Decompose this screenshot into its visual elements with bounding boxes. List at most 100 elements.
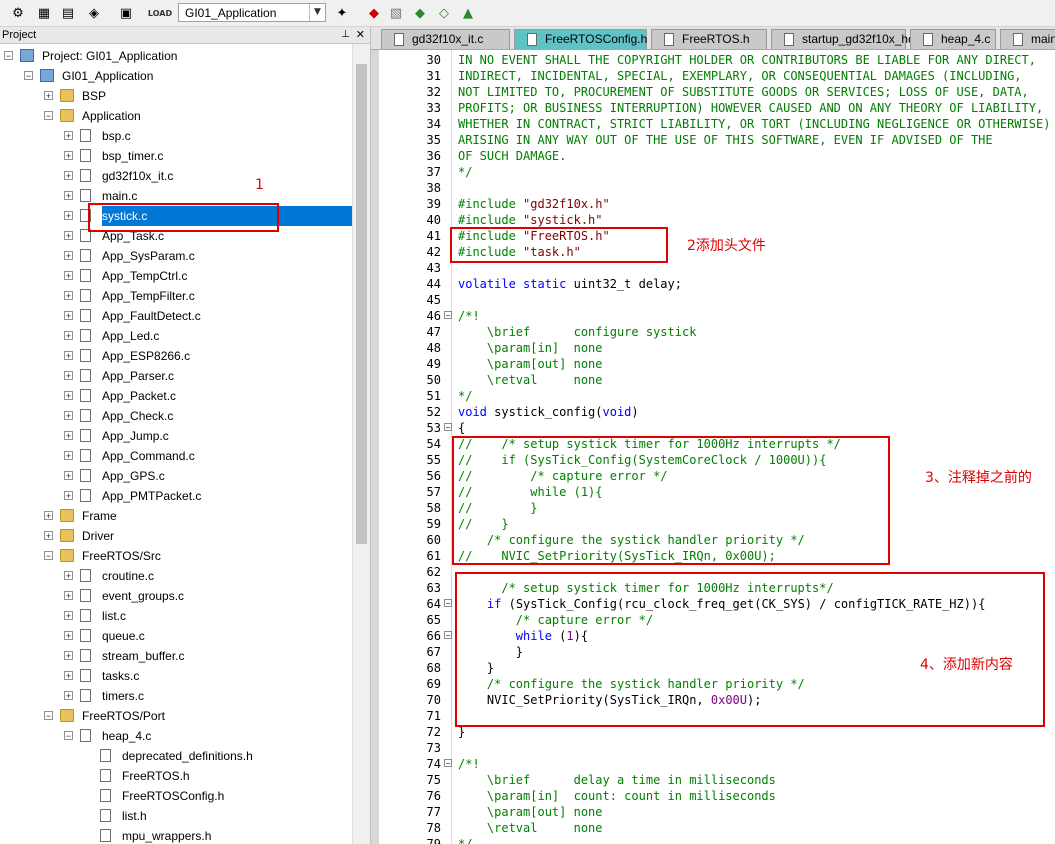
wand-icon[interactable]: ✦ [332, 3, 352, 23]
fold-toggle-icon[interactable]: − [444, 599, 452, 608]
expand-icon[interactable]: + [64, 211, 73, 221]
expand-icon[interactable]: + [64, 571, 73, 581]
collapse-icon[interactable]: − [44, 711, 53, 721]
tree-item[interactable]: + App_PMTPacket.c [0, 486, 352, 506]
tree-item[interactable]: + croutine.c [0, 566, 352, 586]
load-icon[interactable]: LOAD [148, 3, 172, 23]
editor-tab[interactable]: heap_4.c [910, 29, 996, 49]
tree-item[interactable]: + App_FaultDetect.c [0, 306, 352, 326]
close-icon[interactable]: ✕ [356, 27, 365, 43]
scrollbar-thumb[interactable] [356, 64, 367, 544]
fold-toggle-icon[interactable]: − [444, 631, 452, 640]
expand-icon[interactable]: + [64, 131, 73, 141]
editor-tab[interactable]: FreeRTOS.h [651, 29, 767, 49]
tree-item[interactable]: + gd32f10x_it.c [0, 166, 352, 186]
tree-item[interactable]: FreeRTOS.h [0, 766, 352, 786]
rebuild-icon[interactable]: ⚙ [8, 3, 28, 23]
select-packs-icon[interactable]: ◇ [434, 3, 454, 23]
tree-item[interactable]: − GI01_Application [0, 66, 352, 86]
tree-scrollbar[interactable] [352, 44, 370, 844]
expand-icon[interactable]: + [64, 251, 73, 261]
batch-build-icon[interactable]: ▤ [58, 3, 78, 23]
tree-item[interactable]: + bsp_timer.c [0, 146, 352, 166]
expand-icon[interactable]: + [64, 311, 73, 321]
tree-item[interactable]: − heap_4.c [0, 726, 352, 746]
expand-icon[interactable]: + [64, 451, 73, 461]
expand-icon[interactable]: + [64, 171, 73, 181]
fold-toggle-icon[interactable]: − [444, 759, 452, 768]
collapse-icon[interactable]: − [44, 551, 53, 561]
tree-item[interactable]: FreeRTOSConfig.h [0, 786, 352, 806]
expand-icon[interactable]: + [64, 191, 73, 201]
pack-installer-icon[interactable]: ◆ [410, 3, 430, 23]
tree-item[interactable]: list.h [0, 806, 352, 826]
expand-icon[interactable]: + [64, 331, 73, 341]
tree-item[interactable]: + App_TempFilter.c [0, 286, 352, 306]
tree-item[interactable]: + App_SysParam.c [0, 246, 352, 266]
tree-item[interactable]: + Driver [0, 526, 352, 546]
expand-icon[interactable]: + [64, 611, 73, 621]
tree-item[interactable]: mpu_wrappers.h [0, 826, 352, 844]
tree-item[interactable]: + App_Led.c [0, 326, 352, 346]
tree-item[interactable]: + App_Jump.c [0, 426, 352, 446]
expand-icon[interactable]: + [44, 531, 53, 541]
expand-icon[interactable]: + [64, 391, 73, 401]
expand-icon[interactable]: + [64, 351, 73, 361]
fold-toggle-icon[interactable]: − [444, 423, 452, 432]
tree-item[interactable]: + App_Packet.c [0, 386, 352, 406]
expand-icon[interactable]: + [64, 231, 73, 241]
tree-item[interactable]: + list.c [0, 606, 352, 626]
target-select[interactable]: GI01_Application ▼ [178, 3, 326, 22]
expand-icon[interactable]: + [64, 651, 73, 661]
fold-toggle-icon[interactable]: − [444, 311, 452, 320]
chevron-down-icon[interactable]: ▼ [309, 4, 325, 21]
expand-icon[interactable]: + [44, 91, 53, 101]
tree-item[interactable]: − FreeRTOS/Src [0, 546, 352, 566]
tree-item[interactable]: deprecated_definitions.h [0, 746, 352, 766]
expand-icon[interactable]: + [44, 511, 53, 521]
collapse-icon[interactable]: − [64, 731, 73, 741]
tree-item[interactable]: + event_groups.c [0, 586, 352, 606]
tree-item[interactable]: + App_TempCtrl.c [0, 266, 352, 286]
tree-item[interactable]: + App_GPS.c [0, 466, 352, 486]
expand-icon[interactable]: + [64, 491, 73, 501]
tree-item[interactable]: + App_ESP8266.c [0, 346, 352, 366]
expand-icon[interactable]: + [64, 671, 73, 681]
debug-icon[interactable]: ◆ [364, 3, 384, 23]
build-icon[interactable]: ▦ [34, 3, 54, 23]
expand-icon[interactable]: + [64, 291, 73, 301]
editor-tab[interactable]: FreeRTOSConfig.h [514, 29, 647, 49]
expand-icon[interactable]: + [64, 151, 73, 161]
expand-icon[interactable]: + [64, 471, 73, 481]
tree-item[interactable]: + App_Command.c [0, 446, 352, 466]
collapse-icon[interactable]: − [24, 71, 33, 81]
tree-item[interactable]: + App_Check.c [0, 406, 352, 426]
flash-icon[interactable]: ▲ [458, 3, 478, 23]
expand-icon[interactable]: + [64, 631, 73, 641]
tree-item[interactable]: − FreeRTOS/Port [0, 706, 352, 726]
tree-item[interactable]: + queue.c [0, 626, 352, 646]
tree-item[interactable]: + App_Parser.c [0, 366, 352, 386]
expand-icon[interactable]: + [64, 431, 73, 441]
editor-tab[interactable]: main.c [1000, 29, 1055, 49]
collapse-icon[interactable]: − [4, 51, 13, 61]
tree-item[interactable]: + Frame [0, 506, 352, 526]
manage-icon[interactable]: ◈ [84, 3, 104, 23]
tree-item[interactable]: − Application [0, 106, 352, 126]
expand-icon[interactable]: + [64, 371, 73, 381]
tree-item[interactable]: + tasks.c [0, 666, 352, 686]
expand-icon[interactable]: + [64, 591, 73, 601]
collapse-icon[interactable]: − [44, 111, 53, 121]
tree-item[interactable]: + BSP [0, 86, 352, 106]
editor-tab[interactable]: gd32f10x_it.c [381, 29, 510, 49]
pin-icon[interactable]: ⊥ [341, 27, 350, 43]
tree-item[interactable]: − Project: GI01_Application [0, 46, 352, 66]
options-icon[interactable]: ▣ [116, 3, 136, 23]
expand-icon[interactable]: + [64, 271, 73, 281]
tree-item[interactable]: + bsp.c [0, 126, 352, 146]
tree-item[interactable]: + stream_buffer.c [0, 646, 352, 666]
editor-tab[interactable]: startup_gd32f10x_hd.s [771, 29, 924, 49]
expand-icon[interactable]: + [64, 691, 73, 701]
tree-item[interactable]: + timers.c [0, 686, 352, 706]
packs-icon[interactable]: ▧ [386, 3, 406, 23]
